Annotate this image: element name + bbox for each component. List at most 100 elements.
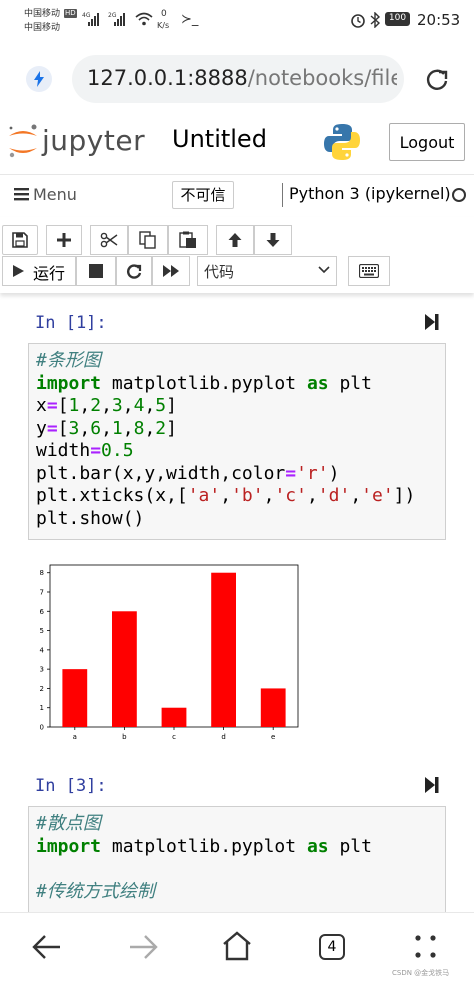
play-icon	[13, 265, 24, 277]
back-icon[interactable]	[32, 933, 62, 961]
lightning-icon	[34, 71, 44, 87]
code-token: ]	[166, 395, 177, 416]
code-token: )	[328, 462, 340, 484]
cell-2-code[interactable]: #散点图 import matplotlib.pyplot as plt #传统方…	[36, 813, 372, 903]
cell-1-prompt: In [1]:	[35, 313, 107, 333]
x-tick-label: a	[73, 733, 77, 741]
code-token: 2	[90, 395, 102, 416]
step-icon[interactable]	[424, 313, 440, 331]
clock: 20:53	[417, 11, 461, 29]
code-token: 1	[111, 417, 123, 439]
hamburger-icon[interactable]	[14, 187, 30, 201]
code-token: as	[306, 372, 329, 394]
site-info-button[interactable]	[26, 66, 52, 92]
menu-button[interactable]: Menu	[33, 185, 77, 204]
code-token: ,	[79, 395, 91, 416]
code-token: ,	[306, 485, 318, 506]
insert-cell-button[interactable]	[46, 225, 82, 255]
python-logo-icon	[324, 124, 360, 160]
x-tick-label: c	[172, 733, 176, 741]
code-token: #散点图	[36, 813, 101, 834]
notification-icon: ≻_	[181, 12, 199, 27]
tab-count-button[interactable]: 4	[319, 934, 345, 960]
not-trusted-button[interactable]: 不可信	[172, 181, 234, 209]
x-tick-label: e	[271, 733, 275, 741]
jupyter-logo-icon[interactable]	[6, 122, 40, 162]
code-token: ,	[263, 485, 275, 506]
notebook-title[interactable]: Untitled	[172, 125, 267, 153]
net-speed-unit: K/s	[157, 21, 170, 30]
cut-button[interactable]	[90, 225, 128, 255]
step-icon-2[interactable]	[424, 776, 440, 794]
restart-button[interactable]	[116, 256, 152, 286]
code-token: width	[36, 440, 91, 461]
code-token: ,	[101, 395, 112, 416]
code-line: x=[1,2,3,4,5]	[36, 395, 415, 418]
y-tick-label: 3	[40, 666, 44, 674]
code-token: ,	[79, 417, 91, 439]
y-tick-label: 6	[40, 608, 45, 616]
code-token: [	[57, 417, 69, 439]
y-tick-label: 0	[40, 724, 44, 732]
x-tick-label: d	[221, 733, 225, 741]
code-token: ,	[122, 395, 134, 416]
y-tick-label: 4	[40, 646, 45, 654]
code-token: 2	[155, 417, 167, 439]
keyboard-icon	[359, 264, 379, 278]
kernel-name[interactable]: Python 3 (ipykernel)	[289, 184, 451, 203]
move-down-button[interactable]	[254, 225, 292, 255]
paste-icon	[179, 231, 196, 248]
chevron-down-icon	[318, 266, 330, 274]
move-up-button[interactable]	[216, 225, 254, 255]
interrupt-button[interactable]	[76, 256, 116, 286]
code-token: 'c'	[274, 485, 307, 506]
more-menu-icon[interactable]	[414, 934, 438, 960]
signal-icon	[88, 13, 99, 26]
code-token: 3	[111, 395, 123, 416]
jupyter-wordmark[interactable]: jupyter	[42, 124, 145, 157]
code-token: =	[46, 395, 58, 416]
chart-bar-c	[161, 707, 187, 727]
kernel-separator	[282, 183, 283, 207]
code-token: plt.bar(x,y,width,color	[36, 462, 286, 484]
stop-icon	[89, 264, 103, 278]
save-icon	[12, 232, 28, 248]
wifi-icon	[135, 12, 153, 26]
code-token: import	[36, 372, 102, 394]
code-token: ,	[144, 417, 156, 439]
arrow-up-icon	[228, 233, 242, 247]
command-palette-button[interactable]	[348, 256, 390, 286]
home-icon[interactable]	[222, 931, 252, 961]
code-token: ,	[144, 395, 156, 416]
cell-2-prompt: In [3]:	[35, 776, 107, 796]
copy-icon	[139, 231, 156, 249]
code-token: plt.xticks(x,[	[36, 485, 188, 506]
code-token: =	[90, 440, 102, 461]
cell-1-input[interactable]: #条形图 import matplotlib.pyplot as plt x=[1,…	[28, 343, 446, 540]
code-token: 3	[68, 417, 80, 439]
signal-icon-2	[114, 13, 125, 26]
reload-icon[interactable]	[423, 66, 451, 94]
code-token: ,	[101, 417, 112, 439]
code-token: 8	[133, 417, 145, 439]
watermark: CSDN @金戈铁马	[392, 969, 450, 977]
y-tick-label: 5	[40, 627, 44, 635]
x-tick-label: b	[122, 733, 127, 741]
restart-run-all-button[interactable]	[152, 256, 190, 286]
code-token: 'e'	[361, 485, 394, 506]
code-token: ,	[220, 485, 232, 506]
cell-2-input[interactable]: #散点图 import matplotlib.pyplot as plt #传统方…	[28, 806, 446, 926]
code-token: 'r'	[296, 462, 329, 484]
cell-1-code[interactable]: #条形图 import matplotlib.pyplot as plt x=[1,…	[36, 350, 415, 530]
save-button[interactable]	[2, 225, 38, 255]
code-token: 'd'	[317, 485, 351, 506]
y-tick-label: 7	[40, 589, 44, 597]
copy-button[interactable]	[128, 225, 168, 255]
code-line: import matplotlib.pyplot as plt	[36, 373, 415, 396]
paste-button[interactable]	[168, 225, 208, 255]
forward-icon[interactable]	[128, 933, 158, 961]
logout-button[interactable]: Logout	[389, 123, 465, 161]
url-text[interactable]: 127.0.0.1:8888/notebooks/file/U	[87, 66, 397, 90]
chart-bar-d	[211, 572, 236, 727]
